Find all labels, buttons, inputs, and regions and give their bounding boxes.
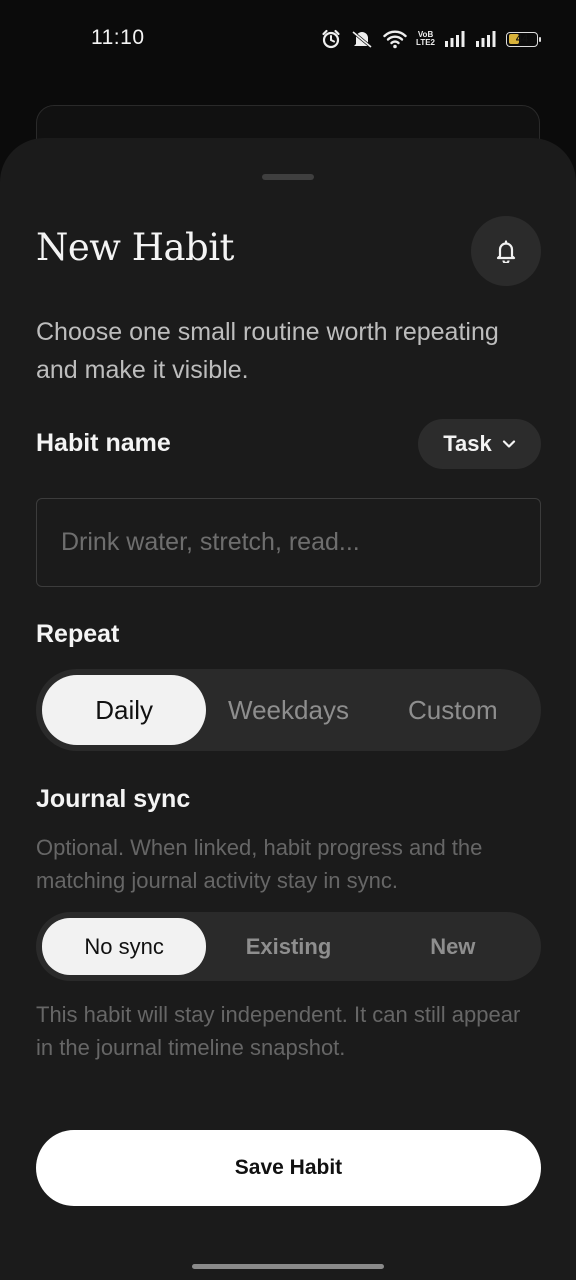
new-habit-sheet: New Habit Choose one small routine worth… bbox=[0, 138, 576, 1280]
sheet-intro: Choose one small routine worth repeating… bbox=[36, 318, 499, 384]
sync-option-no-sync[interactable]: No sync bbox=[42, 918, 207, 975]
repeat-option-weekdays[interactable]: Weekdays bbox=[206, 675, 370, 745]
battery-icon: 44 bbox=[506, 31, 541, 47]
chevron-down-icon bbox=[502, 440, 515, 448]
save-habit-button[interactable]: Save Habit bbox=[36, 1130, 541, 1206]
signal-icon bbox=[476, 31, 496, 47]
repeat-label: Repeat bbox=[36, 620, 120, 648]
sync-option-existing[interactable]: Existing bbox=[206, 918, 370, 975]
signal-icon bbox=[445, 31, 465, 47]
sheet-title: New Habit bbox=[36, 226, 234, 269]
journal-sync-label: Journal sync bbox=[36, 785, 191, 813]
home-indicator[interactable] bbox=[192, 1264, 384, 1269]
repeat-option-custom[interactable]: Custom bbox=[371, 675, 535, 745]
habit-type-dropdown[interactable]: Task bbox=[418, 419, 541, 469]
habit-name-label: Habit name bbox=[36, 429, 171, 457]
status-icons: VoB LTE2 44 bbox=[321, 26, 541, 52]
volte-icon: VoB LTE2 bbox=[416, 31, 435, 47]
journal-sync-note: This habit will stay independent. It can… bbox=[36, 1002, 521, 1060]
habit-type-value: Task bbox=[443, 431, 492, 456]
repeat-option-daily[interactable]: Daily bbox=[42, 675, 207, 745]
volte-label-bottom: LTE2 bbox=[416, 38, 435, 47]
journal-sync-selector: No sync Existing New bbox=[36, 912, 541, 981]
status-bar: 11:10 VoB LTE2 44 bbox=[0, 0, 576, 80]
battery-percent: 44 bbox=[515, 32, 529, 45]
journal-sync-description: Optional. When linked, habit progress an… bbox=[36, 835, 483, 893]
mute-icon bbox=[352, 30, 372, 49]
sync-option-new[interactable]: New bbox=[371, 918, 535, 975]
repeat-selector: Daily Weekdays Custom bbox=[36, 669, 541, 751]
bell-icon bbox=[496, 240, 516, 263]
battery-nub bbox=[538, 36, 541, 42]
alarm-icon bbox=[322, 29, 340, 49]
reminder-button[interactable] bbox=[471, 216, 541, 286]
status-time: 11:10 bbox=[91, 26, 145, 49]
wifi-icon bbox=[383, 30, 407, 49]
habit-name-input[interactable] bbox=[36, 498, 541, 587]
sheet-drag-handle[interactable] bbox=[262, 174, 314, 180]
